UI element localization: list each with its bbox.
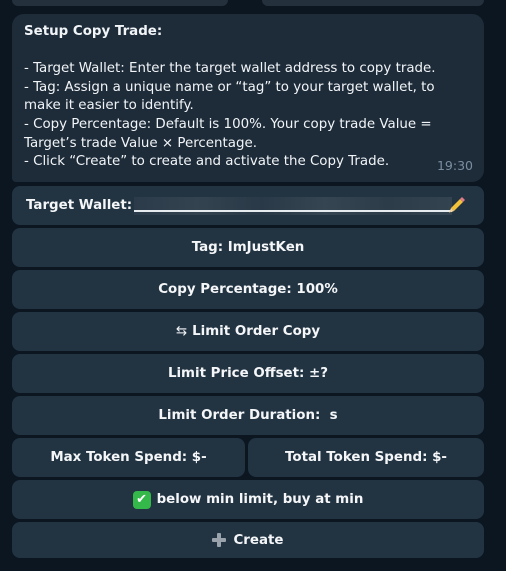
limit-order-copy-button[interactable]: ⇆ Limit Order Copy xyxy=(12,312,484,351)
message-line-tag: - Tag: Assign a unique name or “tag” to … xyxy=(24,79,435,114)
redacted-wallet-address xyxy=(134,196,453,215)
total-token-spend-label: Total Token Spend: $- xyxy=(285,450,447,465)
check-icon: ✔ xyxy=(132,490,151,509)
pencil-icon xyxy=(449,197,465,213)
limit-price-offset-label: Limit Price Offset: ±? xyxy=(167,366,329,381)
max-token-spend-label: Max Token Spend: $- xyxy=(50,450,207,465)
swap-arrows-icon: ⇆ xyxy=(175,324,188,339)
below-min-limit-button[interactable]: ✔ below min limit, buy at min xyxy=(12,480,484,519)
below-min-limit-label: below min limit, buy at min xyxy=(156,492,364,507)
message-line-create: - Click “Create” to create and activate … xyxy=(24,154,390,170)
total-token-spend-button[interactable]: Total Token Spend: $- xyxy=(248,438,484,477)
message-line-target-wallet: - Target Wallet: Enter the target wallet… xyxy=(24,61,436,77)
tag-button[interactable]: Tag: ImJustKen xyxy=(12,228,484,267)
max-token-spend-button[interactable]: Max Token Spend: $- xyxy=(12,438,245,477)
copy-percentage-button[interactable]: Copy Percentage: 100% xyxy=(12,270,484,309)
create-button[interactable]: Create xyxy=(12,522,484,558)
setup-message-bubble: Setup Copy Trade: - Target Wallet: Enter… xyxy=(12,14,484,182)
message-timestamp: 19:30 xyxy=(436,158,473,174)
tag-label: Tag: ImJustKen xyxy=(191,240,305,255)
previous-button-stub-right[interactable] xyxy=(262,0,484,6)
message-title: Setup Copy Trade: xyxy=(24,24,163,39)
target-wallet-button[interactable]: Target Wallet: xyxy=(12,186,484,225)
limit-order-copy-label: Limit Order Copy xyxy=(192,324,321,339)
plus-icon xyxy=(212,533,227,547)
message-line-copy-percentage: - Copy Percentage: Default is 100%. Your… xyxy=(24,116,432,151)
create-label: Create xyxy=(233,532,284,548)
limit-order-duration-label: Limit Order Duration: s xyxy=(158,408,338,423)
target-wallet-label: Target Wallet: xyxy=(26,198,133,213)
copy-percentage-label: Copy Percentage: 100% xyxy=(158,282,338,297)
limit-order-duration-button[interactable]: Limit Order Duration: s xyxy=(12,396,484,435)
previous-button-stub-left[interactable] xyxy=(12,0,228,6)
limit-price-offset-button[interactable]: Limit Price Offset: ±? xyxy=(12,354,484,393)
